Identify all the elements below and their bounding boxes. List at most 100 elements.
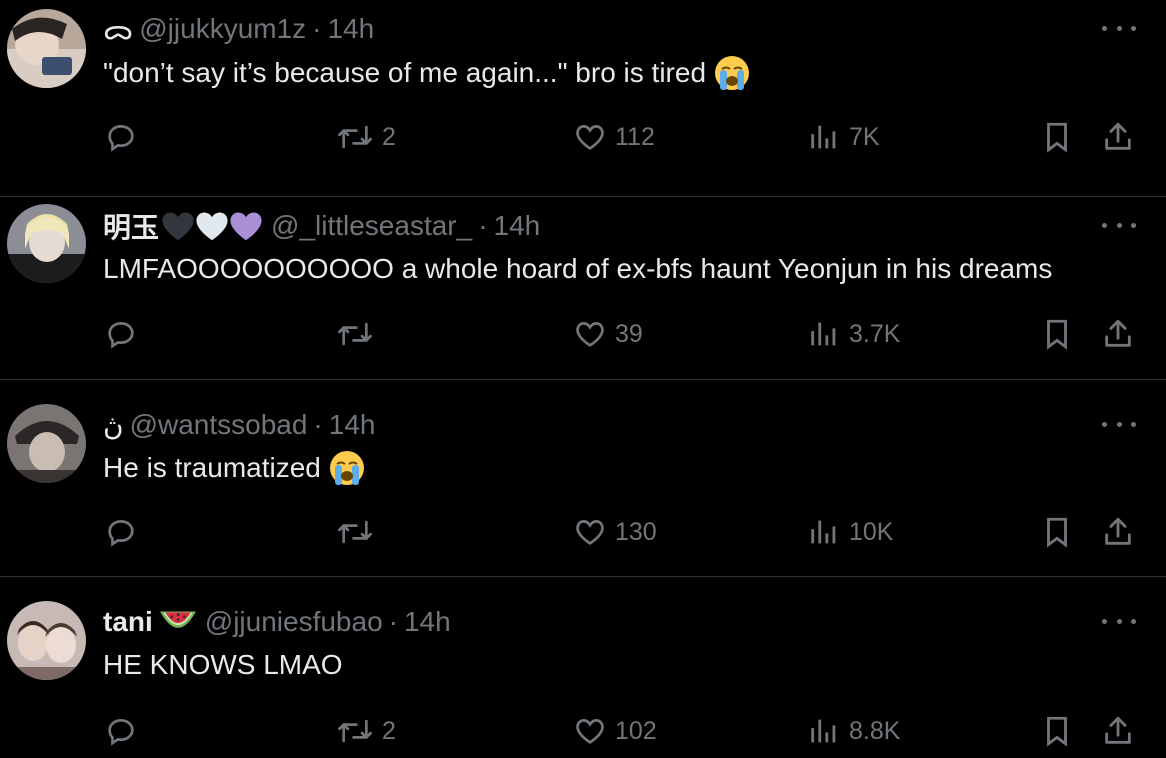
retweet-button[interactable] xyxy=(336,314,382,354)
analytics-icon xyxy=(811,322,836,346)
avatar[interactable] xyxy=(7,601,86,680)
timestamp[interactable]: 14h xyxy=(404,606,451,638)
share-button[interactable] xyxy=(1101,117,1135,157)
share-button[interactable] xyxy=(1101,512,1135,552)
share-button[interactable] xyxy=(1101,711,1135,751)
loudly-crying-face-emoji xyxy=(329,450,365,486)
views-button[interactable]: 7K xyxy=(807,117,880,157)
name-glyph: ڽ xyxy=(103,409,124,441)
tweet-actions: 130 10K xyxy=(0,512,1166,552)
heart-icon xyxy=(576,125,604,150)
white-heart-emoji xyxy=(196,212,228,241)
bookmark-button[interactable] xyxy=(1042,314,1072,354)
display-name[interactable]: tani xyxy=(103,606,153,638)
heart-icon xyxy=(576,719,604,744)
tweet-text-row: HE KNOWS LMAO xyxy=(103,649,343,681)
tweet-header: 明玉 @_littleseastar_ · 14h xyxy=(103,209,540,243)
reply-feed: ᯅ @jjukkyum1z · 14h "don’t say it’s beca… xyxy=(0,0,1166,758)
reply-button[interactable] xyxy=(104,314,138,354)
avatar[interactable] xyxy=(7,404,86,483)
share-icon xyxy=(1105,319,1131,347)
loudly-crying-face-emoji xyxy=(714,55,750,91)
like-button[interactable]: 102 xyxy=(573,711,657,751)
tweet-text-row: He is traumatized xyxy=(103,450,365,486)
retweet-icon xyxy=(338,520,372,544)
retweet-button[interactable]: 2 xyxy=(336,117,396,157)
tweet-text: "don’t say it’s because of me again..." … xyxy=(103,57,707,88)
bookmark-icon xyxy=(1047,716,1067,747)
tweet[interactable]: ڽ @wantssobad · 14h He is traumatized 13… xyxy=(0,380,1166,577)
tweet-actions: 39 3.7K xyxy=(0,314,1166,354)
share-icon xyxy=(1105,716,1131,744)
separator-dot: · xyxy=(478,210,488,241)
timestamp[interactable]: 14h xyxy=(494,210,541,242)
retweet-count: 2 xyxy=(382,716,396,745)
more-options-icon[interactable] xyxy=(1102,410,1136,438)
more-options-icon[interactable] xyxy=(1102,607,1136,635)
tweet-text: He is traumatized xyxy=(103,452,321,483)
purple-heart-emoji xyxy=(230,212,262,241)
tweet[interactable]: ᯅ @jjukkyum1z · 14h "don’t say it’s beca… xyxy=(0,0,1166,197)
avatar[interactable] xyxy=(7,204,86,283)
handle[interactable]: @wantssobad xyxy=(130,409,308,441)
tweet-actions: 2 112 7K xyxy=(0,117,1166,157)
views-count: 10K xyxy=(849,517,894,546)
handle[interactable]: @jjukkyum1z xyxy=(139,13,306,45)
like-count: 102 xyxy=(615,716,657,745)
retweet-icon xyxy=(338,322,372,346)
analytics-icon xyxy=(811,520,836,544)
views-button[interactable]: 3.7K xyxy=(807,314,900,354)
analytics-icon xyxy=(811,719,836,743)
heart-icon xyxy=(576,322,604,347)
views-count: 7K xyxy=(849,122,880,151)
retweet-button[interactable] xyxy=(336,512,382,552)
tweet-text: LMFAOOOOOOOOOO a whole hoard of ex-bfs h… xyxy=(103,253,1053,284)
name-emojis xyxy=(159,607,197,637)
timestamp[interactable]: 14h xyxy=(329,409,376,441)
retweet-count: 2 xyxy=(382,122,396,151)
more-options-icon[interactable] xyxy=(1102,14,1136,42)
bookmark-icon xyxy=(1047,122,1067,153)
reply-icon xyxy=(108,719,134,746)
name-glyph: ᯅ xyxy=(103,14,134,45)
bookmark-button[interactable] xyxy=(1042,711,1072,751)
more-options-icon[interactable] xyxy=(1102,211,1136,239)
handle[interactable]: @_littleseastar_ xyxy=(271,210,472,242)
analytics-icon xyxy=(811,125,836,149)
like-count: 112 xyxy=(615,122,655,151)
like-button[interactable]: 39 xyxy=(573,314,643,354)
handle[interactable]: @jjuniesfubao xyxy=(205,606,383,638)
like-button[interactable]: 112 xyxy=(573,117,655,157)
tweet[interactable]: 明玉 @_littleseastar_ · 14h LMFAOOOOOOOOOO… xyxy=(0,183,1166,380)
share-button[interactable] xyxy=(1101,314,1135,354)
tweet-text: HE KNOWS LMAO xyxy=(103,649,343,680)
views-button[interactable]: 8.8K xyxy=(807,711,900,751)
retweet-button[interactable]: 2 xyxy=(336,711,396,751)
tweet-actions: 2 102 8.8K xyxy=(0,711,1166,751)
bookmark-icon xyxy=(1047,319,1067,350)
bookmark-button[interactable] xyxy=(1042,117,1072,157)
reply-button[interactable] xyxy=(104,711,138,751)
reply-button[interactable] xyxy=(104,117,138,157)
display-name[interactable]: 明玉 xyxy=(103,206,159,246)
views-count: 8.8K xyxy=(849,716,901,745)
separator-dot: · xyxy=(388,606,398,637)
separator-dot: · xyxy=(313,409,323,440)
retweet-icon xyxy=(338,125,372,149)
separator-dot: · xyxy=(312,13,322,44)
tweet-header: tani @jjuniesfubao · 14h xyxy=(103,605,451,639)
views-button[interactable]: 10K xyxy=(807,512,893,552)
tweet[interactable]: tani @jjuniesfubao · 14h HE KNOWS LMAO 2… xyxy=(0,577,1166,758)
timestamp[interactable]: 14h xyxy=(327,13,374,45)
tweet-header: ᯅ @jjukkyum1z · 14h xyxy=(103,12,374,46)
like-button[interactable]: 130 xyxy=(573,512,657,552)
tweet-text-row: LMFAOOOOOOOOOO a whole hoard of ex-bfs h… xyxy=(103,253,1052,285)
watermelon-emoji xyxy=(159,611,196,628)
reply-icon xyxy=(108,322,134,349)
reply-button[interactable] xyxy=(104,512,138,552)
like-count: 130 xyxy=(615,517,657,546)
avatar[interactable] xyxy=(7,9,86,88)
name-emojis xyxy=(161,210,263,242)
bookmark-button[interactable] xyxy=(1042,512,1072,552)
share-icon xyxy=(1105,517,1131,545)
